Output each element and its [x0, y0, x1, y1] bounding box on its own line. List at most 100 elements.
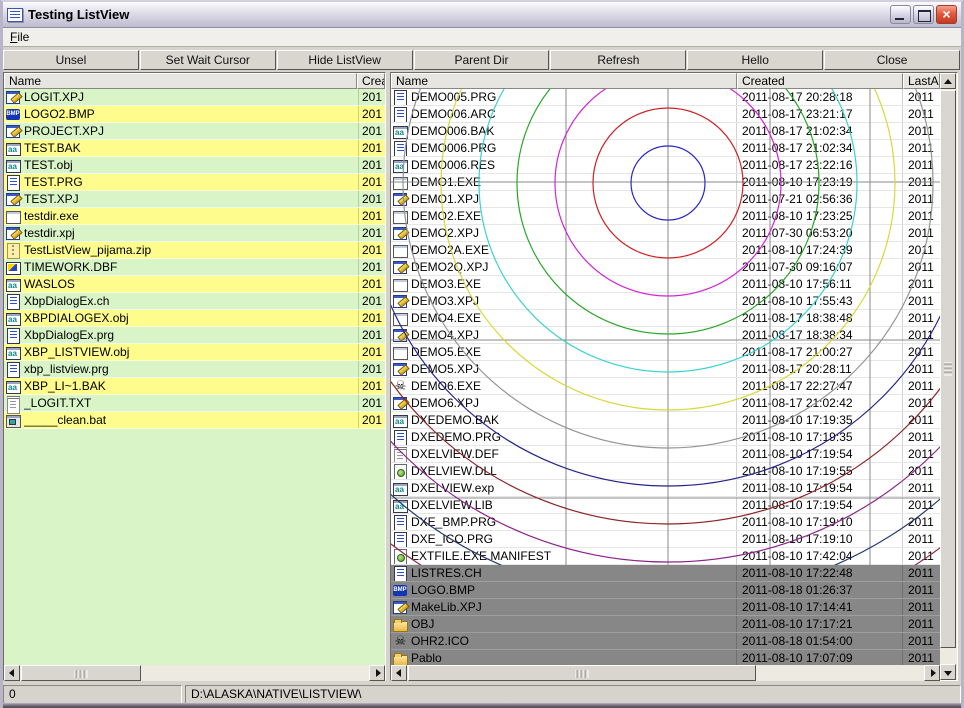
list-item[interactable]: DEMO005.PRG2011-08-17 20:28:182011: [391, 89, 940, 106]
list-item[interactable]: DEMO006.ARC2011-08-17 23:21:172011: [391, 106, 940, 123]
list-item[interactable]: MakeLib.XPJ2011-08-10 17:14:412011: [391, 599, 940, 616]
right-column-header-name[interactable]: Name: [391, 73, 737, 89]
list-item[interactable]: xbp_listview.prg201: [4, 361, 385, 378]
list-item[interactable]: PROJECT.XPJ201: [4, 123, 385, 140]
scroll-right-icon[interactable]: [369, 665, 385, 681]
toolbar: UnselSet Wait CursorHide ListViewParent …: [3, 48, 961, 72]
list-item[interactable]: DXE_ICO.PRG2011-08-10 17:19:102011: [391, 531, 940, 548]
list-item[interactable]: DEMO006.BAK2011-08-17 21:02:342011: [391, 123, 940, 140]
right-column-header-created[interactable]: Created: [737, 73, 903, 89]
close-button[interactable]: Close: [824, 50, 960, 70]
list-item[interactable]: XBPDIALOGEX.obj201: [4, 310, 385, 327]
parent-dir-button[interactable]: Parent Dir: [414, 50, 550, 70]
list-item[interactable]: DEMO3.EXE2011-08-10 17:56:112011: [391, 276, 940, 293]
xpj-icon: [393, 192, 408, 207]
title-bar[interactable]: Testing ListView ×: [3, 2, 961, 28]
refresh-button[interactable]: Refresh: [550, 50, 686, 70]
file-name-cell: DXELVIEW.LIB: [391, 497, 737, 513]
left-column-header-name[interactable]: Name: [4, 73, 357, 89]
list-item[interactable]: WASLOS201: [4, 276, 385, 293]
scrollbar-thumb[interactable]: [21, 665, 141, 681]
list-item[interactable]: XBP_LI~1.BAK201: [4, 378, 385, 395]
list-item[interactable]: DEMO5.EXE2011-08-17 21:00:272011: [391, 344, 940, 361]
exe-icon: [393, 175, 408, 190]
menu-item-file[interactable]: File: [3, 28, 36, 44]
list-item[interactable]: DEMO2.XPJ2011-07-30 06:53:202011: [391, 225, 940, 242]
list-item[interactable]: DXEDEMO.PRG2011-08-10 17:19:352011: [391, 429, 940, 446]
close-button[interactable]: ×: [936, 5, 957, 24]
list-item[interactable]: TEST.obj201: [4, 157, 385, 174]
xpj-icon: [393, 600, 408, 615]
scroll-right-icon[interactable]: [924, 665, 940, 681]
list-item[interactable]: _LOGIT.TXT201: [4, 395, 385, 412]
list-item[interactable]: LOGO2.BMP201: [4, 106, 385, 123]
hide-listview-button[interactable]: Hide ListView: [277, 50, 413, 70]
obj-icon: [6, 345, 21, 360]
list-item[interactable]: DEMO006.PRG2011-08-17 21:02:342011: [391, 140, 940, 157]
list-item[interactable]: EXTFILE.EXE.MANIFEST2011-08-10 17:42:042…: [391, 548, 940, 565]
list-item[interactable]: DEMO2.EXE2011-08-10 17:23:252011: [391, 208, 940, 225]
created-value: 2011-08-10 17:19:10: [737, 531, 903, 547]
list-item[interactable]: DEMO6.EXE2011-08-17 22:27:472011: [391, 378, 940, 395]
list-item[interactable]: testdir.xpj201: [4, 225, 385, 242]
file-name-cell: DEMO2A.EXE: [391, 242, 737, 258]
list-item[interactable]: DEMO2A.EXE2011-08-10 17:24:392011: [391, 242, 940, 259]
scroll-left-icon[interactable]: [4, 665, 20, 681]
list-item[interactable]: DXELVIEW.DEF2011-08-10 17:19:542011: [391, 446, 940, 463]
set-wait-cursor-button[interactable]: Set Wait Cursor: [140, 50, 276, 70]
list-item[interactable]: TEST.BAK201: [4, 140, 385, 157]
list-item[interactable]: _____clean.bat201: [4, 412, 385, 429]
right-vertical-scrollbar[interactable]: [940, 73, 957, 680]
file-name-cell: DEMO2.EXE: [391, 208, 737, 224]
list-item[interactable]: DEMO006.RES2011-08-17 23:22:162011: [391, 157, 940, 174]
last-access-value: 2011: [903, 208, 940, 224]
list-item[interactable]: DEMO4.XPJ2011-08-17 18:38:342011: [391, 327, 940, 344]
file-name-cell: EXTFILE.EXE.MANIFEST: [391, 548, 737, 564]
scrollbar-thumb[interactable]: [408, 665, 756, 681]
list-item[interactable]: DEMO3.XPJ2011-08-10 17:55:432011: [391, 293, 940, 310]
left-column-header-created[interactable]: Created: [357, 73, 385, 89]
list-item[interactable]: OHR2.ICO2011-08-18 01:54:002011: [391, 633, 940, 650]
list-item[interactable]: DXELVIEW.exp2011-08-10 17:19:542011: [391, 480, 940, 497]
right-column-header-lastaccess[interactable]: LastAc: [903, 73, 940, 89]
maximize-button[interactable]: [913, 5, 934, 24]
list-item[interactable]: TEST.PRG201: [4, 174, 385, 191]
list-item[interactable]: DXELVIEW.LIB2011-08-10 17:19:542011: [391, 497, 940, 514]
hello-button[interactable]: Hello: [687, 50, 823, 70]
list-item[interactable]: DEMO2Q.XPJ2011-07-30 09:16:072011: [391, 259, 940, 276]
list-item[interactable]: LISTRES.CH2011-08-10 17:22:482011: [391, 565, 940, 582]
minimize-button[interactable]: [890, 5, 911, 24]
scroll-down-icon[interactable]: [940, 664, 956, 680]
list-item[interactable]: DXE_BMP.PRG2011-08-10 17:19:102011: [391, 514, 940, 531]
list-item[interactable]: TEST.XPJ201: [4, 191, 385, 208]
list-item[interactable]: XBP_LISTVIEW.obj201: [4, 344, 385, 361]
list-item[interactable]: DXEDEMO.BAK2011-08-10 17:19:352011: [391, 412, 940, 429]
list-item[interactable]: DEMO1.EXE2011-08-10 17:23:192011: [391, 174, 940, 191]
list-item[interactable]: testdir.exe201: [4, 208, 385, 225]
list-item[interactable]: DEMO1.XPJ2011-07-21 02:56:362011: [391, 191, 940, 208]
left-list-header: Name Created: [4, 73, 385, 89]
scroll-left-icon[interactable]: [391, 665, 407, 681]
list-item[interactable]: XbpDialogEx.ch201: [4, 293, 385, 310]
unsel-button[interactable]: Unsel: [3, 50, 139, 70]
list-item[interactable]: TestListView_pijama.zip201: [4, 242, 385, 259]
list-item[interactable]: DEMO4.EXE2011-08-17 18:38:482011: [391, 310, 940, 327]
created-value: 2011-08-17 20:28:11: [737, 361, 903, 377]
list-item[interactable]: OBJ2011-08-10 17:17:212011: [391, 616, 940, 633]
right-horizontal-scrollbar[interactable]: [391, 665, 940, 681]
list-item[interactable]: DEMO6.XPJ2011-08-17 21:02:422011: [391, 395, 940, 412]
right-listview[interactable]: Name Created LastAc DEMO005.PRG2011-08-1…: [390, 72, 958, 681]
list-item[interactable]: LOGIT.XPJ201: [4, 89, 385, 106]
list-item[interactable]: Pablo2011-08-10 17:07:092011: [391, 650, 940, 665]
list-item[interactable]: DEMO5.XPJ2011-08-17 20:28:112011: [391, 361, 940, 378]
scroll-up-icon[interactable]: [940, 73, 956, 89]
list-item[interactable]: TIMEWORK.DBF201: [4, 259, 385, 276]
scrollbar-thumb[interactable]: [940, 90, 956, 648]
list-item[interactable]: DXELVIEW.DLL2011-08-10 17:19:552011: [391, 463, 940, 480]
list-item[interactable]: XbpDialogEx.prg201: [4, 327, 385, 344]
list-item[interactable]: LOGO.BMP2011-08-18 01:26:372011: [391, 582, 940, 599]
file-name: testdir.xpj: [24, 226, 358, 240]
left-horizontal-scrollbar[interactable]: [4, 665, 385, 681]
left-listview[interactable]: Name Created LOGIT.XPJ201LOGO2.BMP201PRO…: [3, 72, 386, 681]
last-access-value: 2011: [903, 157, 940, 173]
